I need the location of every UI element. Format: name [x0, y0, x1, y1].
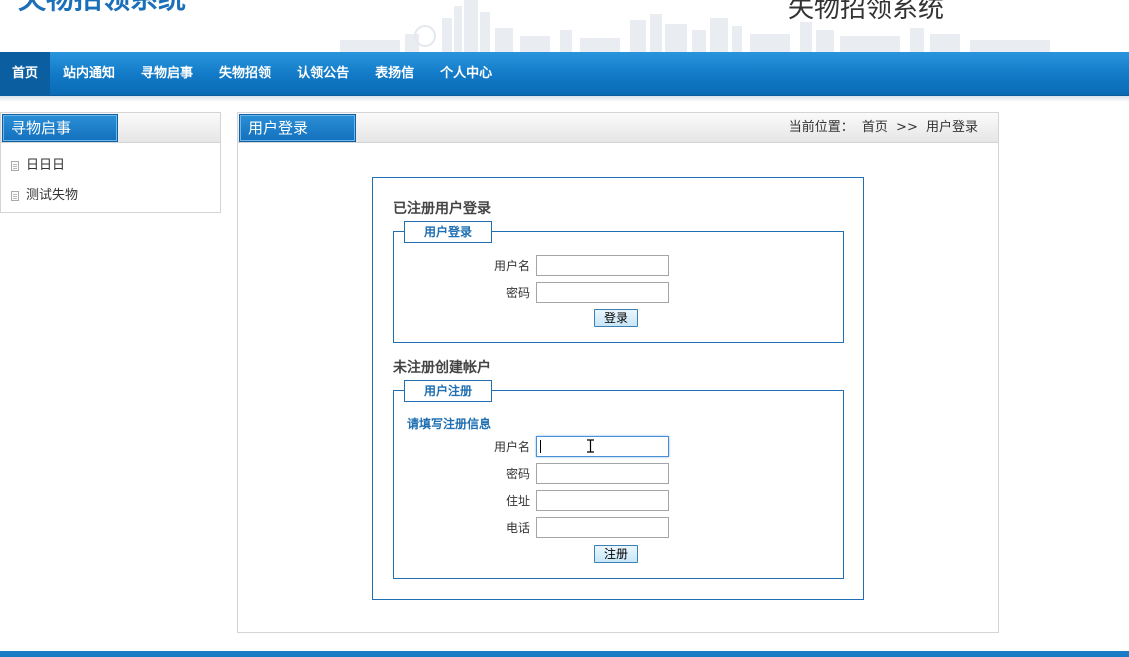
auth-box: 已注册用户登录 用户登录 用户名 密码 登录 未注册创建帐户 用户注册 请填写注…	[372, 177, 864, 600]
register-button[interactable]: 注册	[594, 545, 639, 563]
register-password-label: 密码	[505, 467, 530, 481]
register-phone-input[interactable]	[536, 517, 669, 538]
register-password-input[interactable]	[536, 463, 669, 484]
login-password-row: 密码	[394, 282, 843, 304]
main-header: 用户登录 当前位置： 首页 >> 用户登录	[238, 113, 998, 143]
register-password-row: 密码	[394, 463, 843, 485]
sidebar-item-label[interactable]: 日日日	[26, 151, 65, 181]
city-skyline-banner	[340, 0, 1050, 52]
sidebar-item[interactable]: 测试失物	[1, 181, 220, 211]
register-phone-row: 电话	[394, 517, 843, 539]
register-address-input[interactable]	[536, 490, 669, 511]
site-logo-title: 失物招领系统	[18, 0, 186, 14]
register-address-row: 住址	[394, 490, 843, 512]
register-fieldset: 用户注册 请填写注册信息 用户名 密码 住址 电话 注册	[393, 380, 844, 579]
sidebar: 寻物启事 日日日 测试失物	[0, 112, 221, 213]
login-button[interactable]: 登录	[594, 309, 639, 327]
nav-item-lost-notices[interactable]: 寻物启事	[128, 52, 206, 96]
login-username-row: 用户名	[394, 255, 843, 277]
text-caret	[540, 440, 541, 453]
sidebar-header: 寻物启事	[1, 113, 220, 143]
register-address-label: 住址	[505, 494, 530, 508]
login-username-input[interactable]	[536, 255, 669, 276]
register-phone-label: 电话	[505, 521, 530, 535]
breadcrumb-current: 用户登录	[925, 120, 978, 135]
login-username-label: 用户名	[493, 259, 530, 273]
nav-shadow	[0, 96, 1129, 102]
register-username-label: 用户名	[493, 440, 530, 454]
login-section-title: 已注册用户登录	[393, 201, 491, 217]
register-username-input[interactable]	[536, 436, 669, 457]
breadcrumb-separator: >>	[896, 120, 918, 135]
breadcrumb-home-link[interactable]: 首页	[862, 120, 888, 135]
document-icon	[11, 161, 19, 171]
register-section-title: 未注册创建帐户	[393, 360, 491, 376]
page-title: 用户登录	[239, 114, 356, 142]
login-password-input[interactable]	[536, 282, 669, 303]
footer-bar	[0, 651, 1129, 657]
register-hint: 请填写注册信息	[407, 417, 492, 431]
breadcrumb-prefix: 当前位置：	[788, 120, 854, 135]
login-password-label: 密码	[505, 286, 530, 300]
register-username-row: 用户名	[394, 436, 843, 458]
site-title: 失物招领系统	[788, 0, 945, 24]
sidebar-item-label[interactable]: 测试失物	[26, 181, 78, 211]
document-icon	[11, 191, 19, 201]
login-fieldset: 用户登录 用户名 密码 登录	[393, 221, 844, 343]
register-legend: 用户注册	[404, 380, 493, 402]
main-panel: 用户登录 当前位置： 首页 >> 用户登录 已注册用户登录 用户登录 用户名 密…	[237, 112, 999, 633]
nav-item-found-items[interactable]: 失物招领	[206, 52, 284, 96]
site-header: 失物招领系统 失物招领系统	[0, 0, 1129, 52]
nav-item-personal-center[interactable]: 个人中心	[427, 52, 505, 96]
sidebar-item[interactable]: 日日日	[1, 151, 220, 181]
nav-item-home[interactable]: 首页	[0, 52, 51, 96]
breadcrumb: 当前位置： 首页 >> 用户登录	[785, 113, 978, 143]
main-nav: 首页 站内通知 寻物启事 失物招领 认领公告 表扬信 个人中心	[0, 52, 1129, 96]
nav-item-notices[interactable]: 站内通知	[50, 52, 128, 96]
nav-item-claim-announcements[interactable]: 认领公告	[284, 52, 362, 96]
sidebar-list: 日日日 测试失物	[1, 143, 220, 211]
sidebar-title: 寻物启事	[2, 114, 118, 142]
text-cursor-icon	[587, 439, 594, 453]
login-legend: 用户登录	[404, 221, 493, 243]
nav-item-thank-you-letters[interactable]: 表扬信	[362, 52, 427, 96]
